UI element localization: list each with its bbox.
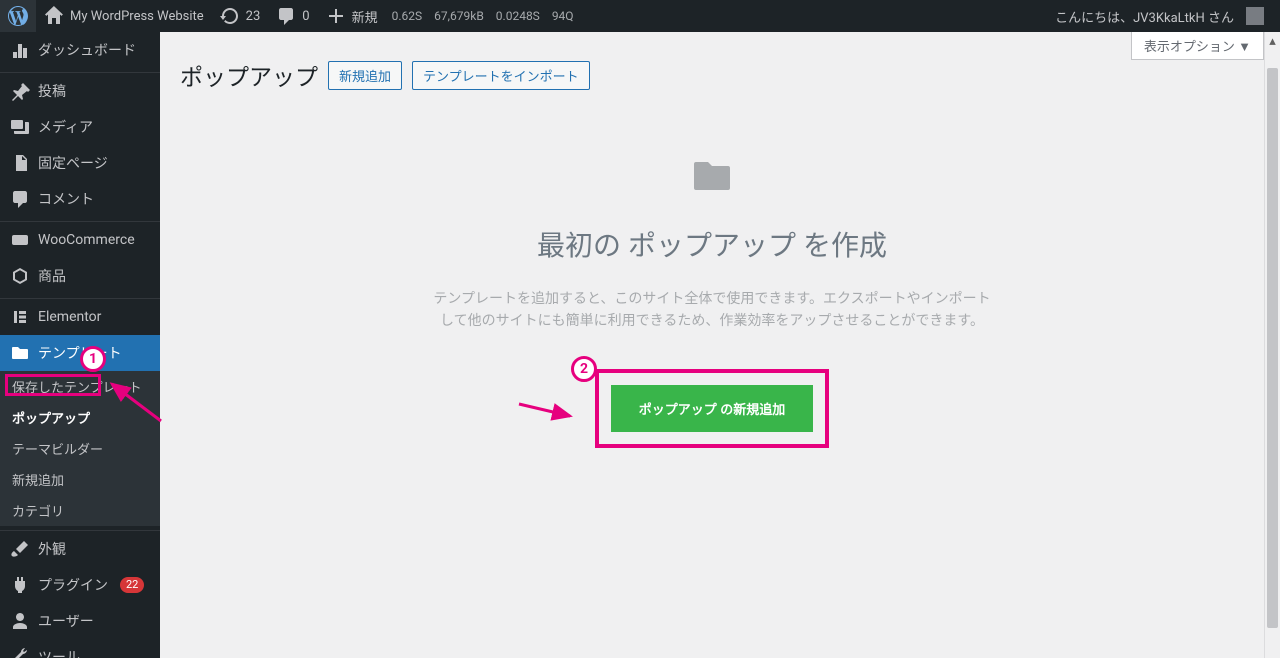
empty-title: 最初の ポップアップ を作成 bbox=[432, 224, 992, 264]
screen-options-toggle[interactable]: 表示オプション ▼ bbox=[1131, 32, 1264, 60]
sidebar-label: WooCommerce bbox=[38, 232, 135, 248]
wrench-icon bbox=[10, 647, 30, 658]
sidebar-label: メディア bbox=[38, 117, 93, 137]
sidebar-label: プラグイン bbox=[38, 575, 108, 595]
add-new-button[interactable]: 新規追加 bbox=[328, 61, 402, 90]
admin-sidebar: ダッシュボード 投稿 メディア 固定ページ コメント WooCommerce 商… bbox=[0, 32, 160, 658]
sidebar-label: 固定ページ bbox=[38, 153, 108, 173]
sidebar-label: 商品 bbox=[38, 266, 66, 286]
sidebar-item-appearance[interactable]: 外観 bbox=[0, 531, 160, 567]
sidebar-label: Elementor bbox=[38, 309, 101, 325]
sidebar-label: ユーザー bbox=[38, 611, 94, 631]
stat-time: 0.62S bbox=[386, 9, 429, 23]
plus-icon bbox=[326, 6, 346, 26]
annotation-arrow-2 bbox=[516, 398, 574, 424]
folder-icon bbox=[688, 152, 736, 200]
annotation-arrow-1 bbox=[106, 378, 164, 424]
sidebar-item-posts[interactable]: 投稿 bbox=[0, 73, 160, 109]
stat-queries: 94Q bbox=[546, 9, 580, 23]
new-label: 新規 bbox=[352, 7, 378, 26]
import-template-button[interactable]: テンプレートをインポート bbox=[412, 61, 590, 90]
sidebar-item-tools[interactable]: ツール bbox=[0, 639, 160, 658]
plugin-icon bbox=[10, 575, 30, 595]
empty-description: テンプレートを追加すると、このサイト全体で使用できます。エクスポートやインポート… bbox=[432, 288, 992, 333]
sidebar-item-media[interactable]: メディア bbox=[0, 109, 160, 145]
user-greeting[interactable]: こんにちは、JV3KkaLtkH さん bbox=[1047, 0, 1272, 32]
admin-bar: My WordPress Website 23 0 新規 0.62S bbox=[0, 0, 1280, 32]
woocommerce-icon bbox=[10, 230, 30, 250]
annotation-badge-2: 2 bbox=[571, 356, 597, 382]
dashboard-icon bbox=[10, 40, 30, 60]
sidebar-item-products[interactable]: 商品 bbox=[0, 258, 160, 294]
sidebar-item-elementor[interactable]: Elementor bbox=[0, 299, 160, 335]
submenu-theme-builder[interactable]: テーマビルダー bbox=[0, 433, 160, 464]
sidebar-item-users[interactable]: ユーザー bbox=[0, 603, 160, 639]
sidebar-label: 投稿 bbox=[38, 81, 66, 101]
comment-icon bbox=[10, 189, 30, 209]
plugin-update-badge: 22 bbox=[120, 577, 144, 593]
sidebar-item-pages[interactable]: 固定ページ bbox=[0, 145, 160, 181]
vertical-scrollbar[interactable]: ▴ bbox=[1264, 32, 1280, 658]
sidebar-item-dashboard[interactable]: ダッシュボード bbox=[0, 32, 160, 68]
sidebar-item-plugins[interactable]: プラグイン 22 bbox=[0, 567, 160, 603]
create-button-highlight: ポップアップ の新規追加 bbox=[595, 369, 830, 448]
submenu-add-new[interactable]: 新規追加 bbox=[0, 464, 160, 495]
sidebar-label: コメント bbox=[38, 189, 94, 209]
user-icon bbox=[10, 611, 30, 631]
site-name-link[interactable]: My WordPress Website bbox=[36, 0, 212, 32]
site-name-text: My WordPress Website bbox=[70, 9, 204, 24]
sidebar-label: ダッシュボード bbox=[38, 40, 136, 60]
sidebar-item-woocommerce[interactable]: WooCommerce bbox=[0, 222, 160, 258]
wordpress-icon bbox=[8, 6, 28, 26]
page-title: ポップアップ bbox=[180, 58, 318, 92]
home-icon bbox=[44, 6, 64, 26]
page-icon bbox=[10, 153, 30, 173]
comments-count: 0 bbox=[302, 9, 309, 24]
update-icon bbox=[220, 6, 240, 26]
page-header: ポップアップ 新規追加 テンプレートをインポート bbox=[180, 58, 1244, 92]
main-content: 表示オプション ▼ ポップアップ 新規追加 テンプレートをインポート 最初の ポ… bbox=[160, 32, 1264, 658]
elementor-icon bbox=[10, 307, 30, 327]
avatar bbox=[1246, 7, 1264, 25]
scrollbar-thumb[interactable] bbox=[1267, 68, 1278, 628]
wp-logo[interactable] bbox=[0, 0, 36, 32]
folder-icon bbox=[10, 343, 30, 363]
submenu-category[interactable]: カテゴリ bbox=[0, 495, 160, 526]
updates-count: 23 bbox=[246, 9, 261, 24]
comments-link[interactable]: 0 bbox=[268, 0, 317, 32]
greeting-text: こんにちは、JV3KkaLtkH さん bbox=[1055, 7, 1234, 26]
stat-memory: 67,679kB bbox=[428, 9, 490, 23]
products-icon bbox=[10, 266, 30, 286]
sidebar-label: 外観 bbox=[38, 539, 66, 559]
scroll-up-arrow[interactable]: ▴ bbox=[1265, 32, 1280, 50]
sidebar-label: ツール bbox=[38, 647, 80, 658]
stat-db: 0.0248S bbox=[490, 9, 546, 23]
annotation-badge-1: 1 bbox=[80, 346, 106, 372]
comment-icon bbox=[276, 6, 296, 26]
create-popup-button[interactable]: ポップアップ の新規追加 bbox=[611, 385, 814, 432]
brush-icon bbox=[10, 539, 30, 559]
updates-link[interactable]: 23 bbox=[212, 0, 269, 32]
sidebar-item-comments[interactable]: コメント bbox=[0, 181, 160, 217]
pin-icon bbox=[10, 81, 30, 101]
media-icon bbox=[10, 117, 30, 137]
new-content-link[interactable]: 新規 bbox=[318, 0, 386, 32]
